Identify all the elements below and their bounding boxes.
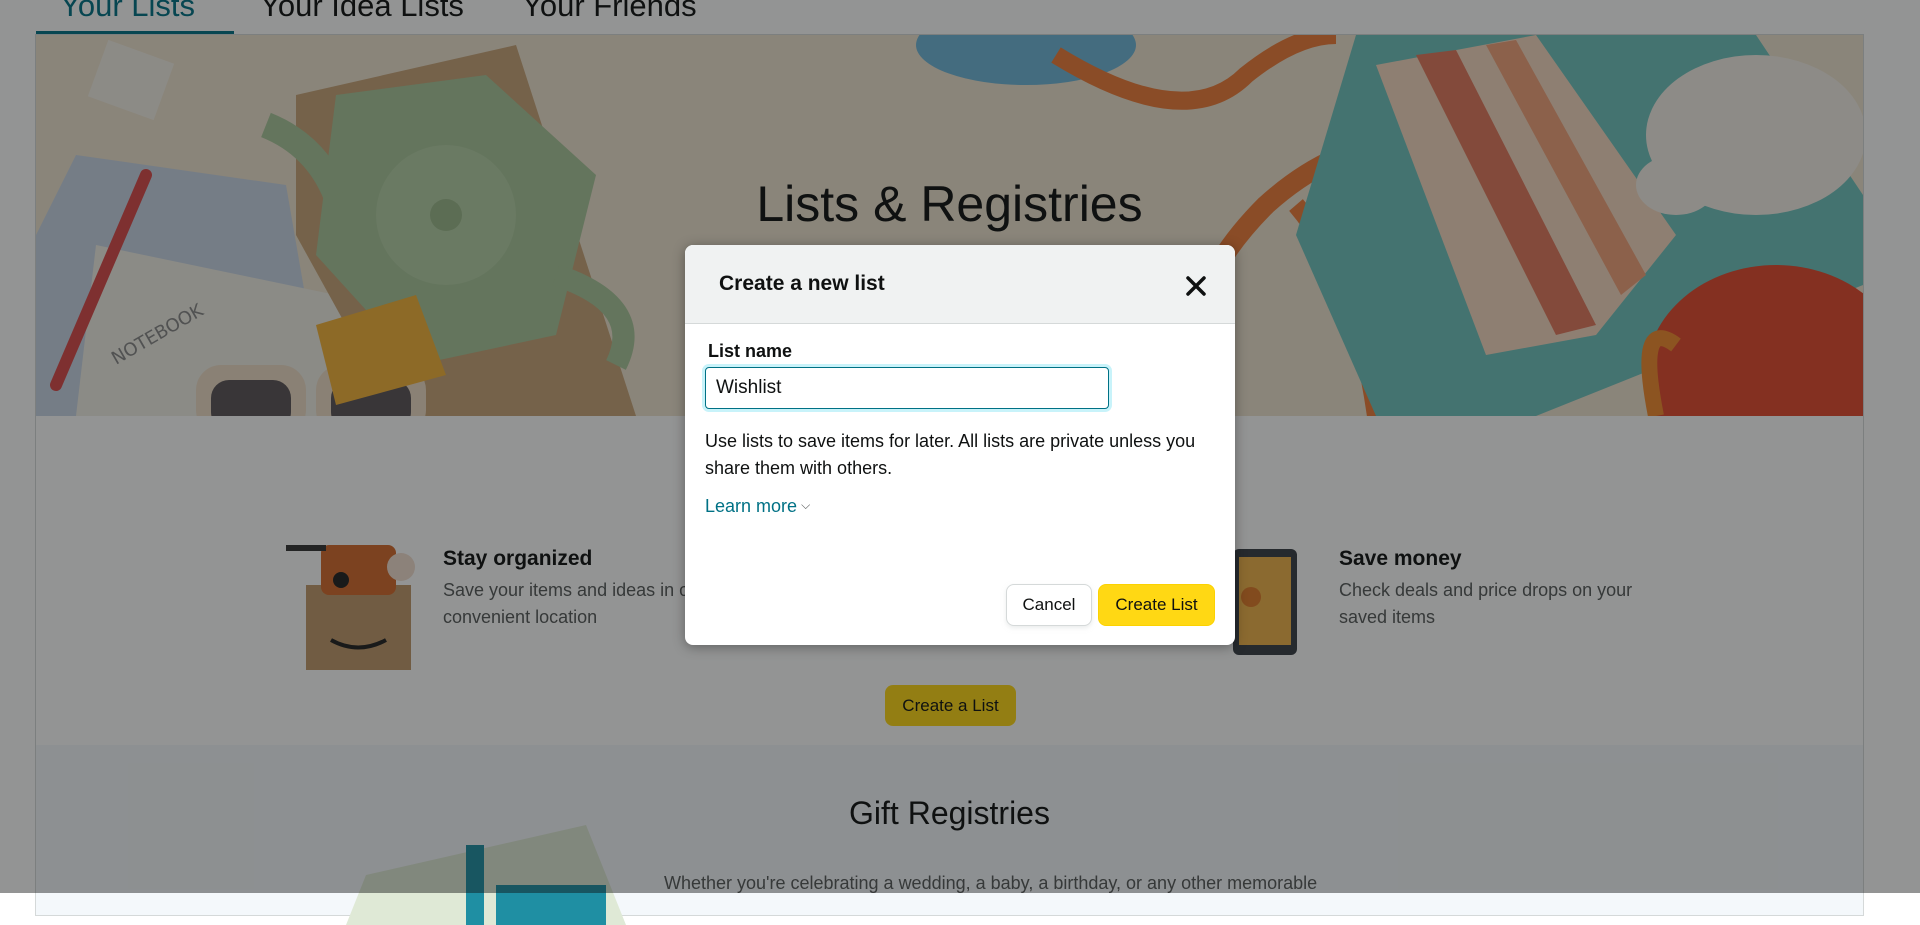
create-list-button[interactable]: Create List: [1098, 584, 1215, 626]
learn-more-link[interactable]: Learn more ⌵: [705, 496, 810, 517]
learn-more-label: Learn more: [705, 496, 798, 516]
cancel-button[interactable]: Cancel: [1006, 584, 1092, 626]
close-button[interactable]: [1181, 270, 1211, 300]
list-name-label: List name: [708, 341, 793, 361]
close-icon: [1186, 276, 1206, 296]
dialog-title: Create a new list: [719, 272, 885, 295]
dialog-header: Create a new list: [685, 245, 1235, 324]
list-name-input[interactable]: [705, 367, 1109, 409]
chevron-down-icon: ⌵: [801, 498, 811, 512]
dialog-help-text: Use lists to save items for later. All l…: [705, 431, 1196, 478]
create-list-dialog: Create a new list List name Use lists to…: [685, 245, 1235, 645]
